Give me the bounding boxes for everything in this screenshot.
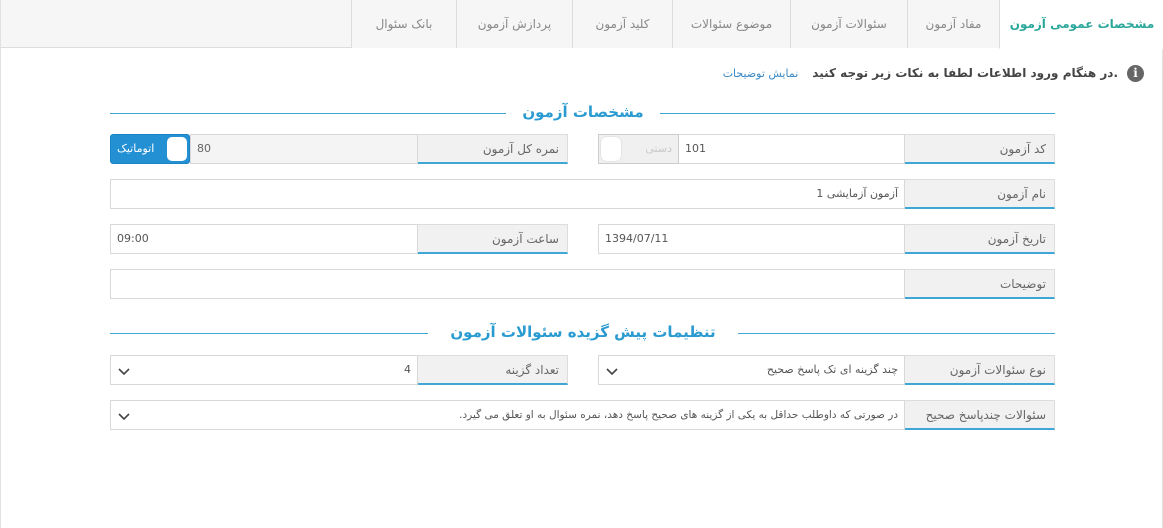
tab-question-topics[interactable]: موضوع سئوالات — [672, 0, 790, 48]
tab-exam-key[interactable]: کلید آزمون — [572, 0, 672, 48]
show-description-link[interactable]: نمایش توضیحات — [723, 67, 799, 80]
exam-date-label: تاریخ آزمون — [904, 224, 1055, 254]
exam-name-label: نام آزمون — [904, 179, 1055, 209]
exam-code-field[interactable]: 101 — [678, 134, 905, 164]
total-score-value: 80 — [197, 142, 211, 155]
toggle-knob — [601, 137, 621, 161]
tab-general-info[interactable]: مشخصات عمومی آزمون — [999, 0, 1163, 49]
option-count-select[interactable]: 4 — [110, 355, 418, 385]
exam-settings-page: مشخصات عمومی آزمون مفاد آزمون سئوالات آز… — [0, 0, 1163, 528]
section-divider — [738, 333, 1055, 334]
tab-question-bank[interactable]: بانک سئوال — [351, 0, 456, 48]
chevron-down-icon — [118, 368, 130, 376]
total-score-field: 80 — [190, 134, 418, 164]
section-divider — [110, 333, 428, 334]
chevron-down-icon — [606, 368, 618, 376]
exam-date-input[interactable]: 1394/07/11 — [598, 224, 905, 254]
toggle-text: دستی — [645, 142, 672, 155]
multi-answer-value: در صورتی که داوطلب حداقل به یکی از گزینه… — [459, 409, 898, 421]
multi-answer-select[interactable]: در صورتی که داوطلب حداقل به یکی از گزینه… — [110, 400, 905, 430]
exam-name-input[interactable]: آزمون آزمایشی 1 — [110, 179, 905, 209]
tab-exam-processing[interactable]: پردازش آزمون — [456, 0, 572, 48]
multi-answer-label: سئوالات چندپاسخ صحیح — [904, 400, 1055, 430]
exam-time-input[interactable]: 09:00 — [110, 224, 418, 254]
description-label: توضیحات — [904, 269, 1055, 299]
question-type-value: چند گزینه ای تک پاسخ صحیح — [766, 363, 898, 376]
description-input[interactable] — [110, 269, 905, 299]
tab-bar: مشخصات عمومی آزمون مفاد آزمون سئوالات آز… — [1, 0, 1163, 49]
exam-code-mode-toggle[interactable]: دستی — [598, 134, 679, 164]
exam-code-label: کد آزمون — [904, 134, 1055, 164]
total-score-label: نمره کل آزمون — [417, 134, 568, 164]
exam-code-value: 101 — [685, 142, 706, 155]
notice-text: در هنگام ورود اطلاعات لطفا به نکات زیر ت… — [812, 66, 1118, 80]
exam-time-label: ساعت آزمون — [417, 224, 568, 254]
tab-exam-questions[interactable]: سئوالات آزمون — [790, 0, 907, 48]
option-count-label: تعداد گزینه — [417, 355, 568, 385]
question-type-select[interactable]: چند گزینه ای تک پاسخ صحیح — [598, 355, 905, 385]
section-title-question-defaults: تنظیمات پیش گزیده سئوالات آزمون — [450, 323, 716, 341]
section-title-exam-details: مشخصات آزمون — [522, 103, 644, 121]
info-icon: i — [1127, 64, 1144, 82]
toggle-text: اتوماتیک — [117, 142, 155, 155]
section-divider — [660, 113, 1055, 114]
section-divider — [110, 113, 506, 114]
tab-exam-content[interactable]: مفاد آزمون — [907, 0, 999, 48]
notice-bar: i در هنگام ورود اطلاعات لطفا به نکات زیر… — [723, 64, 1144, 82]
chevron-down-icon — [118, 413, 130, 421]
toggle-knob — [167, 137, 187, 161]
question-type-label: نوع سئوالات آزمون — [904, 355, 1055, 385]
option-count-value: 4 — [404, 363, 411, 376]
total-score-mode-toggle[interactable]: اتوماتیک — [110, 134, 190, 164]
